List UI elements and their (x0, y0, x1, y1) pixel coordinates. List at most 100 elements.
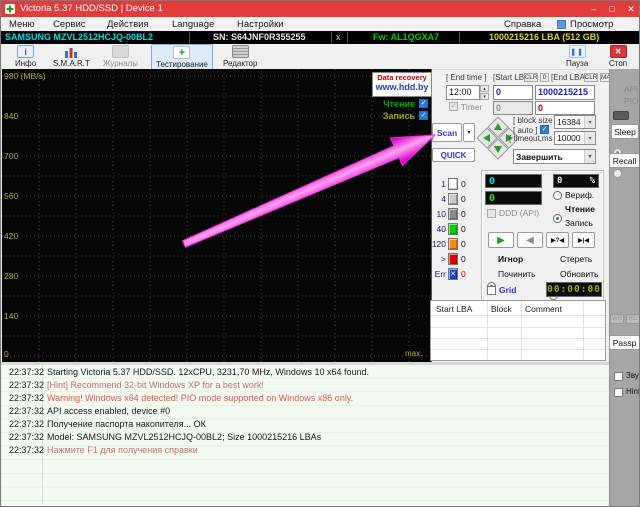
log-row: 22:37:32Warning! Windows x64 detected! P… (1, 393, 609, 406)
defect-table[interactable]: Start LBA Block Comment (430, 300, 606, 361)
log-row: 22:37:32Получение паспорта накопителя...… (1, 419, 609, 432)
grid-checkbox[interactable] (487, 286, 496, 295)
end-time-input[interactable]: 12:00 (446, 85, 480, 100)
read-radio[interactable] (553, 214, 562, 223)
timeout-select[interactable]: 10000 ▾ (554, 131, 596, 145)
menu-bar: Меню Сервис Действия Language Настройки … (1, 17, 640, 32)
end-time-label: [ End time ] (446, 73, 486, 82)
passp-button[interactable]: Passp (609, 335, 640, 350)
menu-item-settings[interactable]: Настройки (237, 19, 284, 30)
grade-120-swatch (448, 238, 458, 250)
block-size-label: [ block size ] (513, 116, 557, 125)
verify-radio[interactable] (553, 191, 562, 200)
jump-button[interactable]: ▶?◀ (546, 232, 569, 248)
combo-arrow-icon: ▾ (584, 132, 595, 144)
sound-label: Звук (626, 371, 640, 380)
end-lba-clr-button[interactable]: CLR (584, 73, 598, 82)
log-row: 22:37:32Model: SAMSUNG MZVL2512HCJQ-00BL… (1, 432, 609, 445)
toolbar-test-button[interactable]: + Тестирование (151, 44, 213, 71)
device-info-bar: SAMSUNG MZVL2512HCJQ-00BL2 SN: S64JNF0R3… (1, 31, 640, 44)
toolbar-logs-button: Журналы (103, 45, 138, 68)
log-area[interactable]: 22:37:32Starting Victoria 5.37 HDD/SSD. … (1, 365, 609, 507)
log-row: 22:37:32Нажмите F1 для получения справки (1, 445, 609, 458)
minimize-button[interactable]: – (585, 1, 603, 17)
legend-read-checkbox[interactable]: ✓ (419, 99, 428, 108)
grid-label: Grid (499, 285, 516, 295)
info-icon: i (17, 45, 34, 58)
device-capacity: 1000215216 LBA (512 GB) (489, 32, 599, 42)
grade-1-swatch (448, 178, 458, 190)
smart-chart-icon (63, 45, 80, 58)
timer-checkbox[interactable]: ✓ (449, 102, 458, 111)
read-label: Чтение (565, 204, 595, 214)
start-lba-zero-button[interactable]: 0 (540, 73, 549, 82)
watermark-line2: www.hdd.by (373, 82, 431, 93)
legend-write-label: Запись (355, 111, 415, 121)
jump-end-button[interactable]: ▶|◀ (572, 232, 595, 248)
block-size-select[interactable]: 16384 ▾ (554, 115, 596, 129)
toolbar-info-button[interactable]: i Инфо (15, 45, 36, 68)
toolbar-smart-button[interactable]: S.M.A.R.T (53, 45, 90, 68)
ddd-checkbox[interactable] (487, 209, 496, 218)
remaining-input[interactable]: 0 (535, 101, 595, 115)
ytick-700: 700 (4, 151, 18, 161)
ytick-980: 980 (MB/s) (4, 71, 46, 81)
ytick-0: 0 (4, 349, 9, 359)
end-lba-input[interactable]: 1000215215 (535, 85, 595, 100)
auto-checkbox[interactable]: ✓ (540, 125, 549, 134)
grade-err-swatch: ✕ (448, 268, 458, 280)
log-row: 22:37:32API access enabled, device #0 (1, 406, 609, 419)
legend-write-checkbox[interactable]: ✓ (419, 111, 428, 120)
toolbar-pause-button[interactable]: ❚❚ Пауза (566, 45, 588, 68)
after-action-select[interactable]: Завершить ▾ (513, 149, 596, 164)
toolbar-stop-button[interactable]: ✕ Стоп (609, 45, 627, 68)
col-block[interactable]: Block (491, 304, 512, 314)
toolbar: i Инфо S.M.A.R.T Журналы + Тестирование … (1, 44, 640, 70)
timer-label: Timer (461, 102, 482, 112)
activity-led (613, 111, 629, 120)
scan-dropdown-button[interactable]: ▾ (463, 123, 475, 142)
logs-icon (112, 45, 129, 58)
pio-radio[interactable] (613, 169, 622, 178)
verify-label: Вериф. (565, 190, 594, 200)
repair-label: Починить (498, 269, 536, 279)
close-button[interactable]: ✕ (621, 1, 640, 17)
sound-checkbox[interactable] (614, 372, 623, 381)
menu-item-menu[interactable]: Меню (9, 19, 35, 30)
position-lcd: 0 (485, 174, 542, 188)
percent-lcd: 0% (553, 174, 599, 188)
recall-button[interactable]: Recall (609, 153, 640, 168)
log-row: 22:37:32Starting Victoria 5.37 HDD/SSD. … (1, 367, 609, 380)
end-time-spinner[interactable]: ▴ ▾ (480, 85, 489, 100)
title-bar: Victoria 5.37 HDD/SSD | Device 1 – □ ✕ (1, 1, 640, 17)
col-comment[interactable]: Comment (525, 304, 562, 314)
toolbar-editor-button[interactable]: Редактор (223, 45, 257, 68)
menu-item-service[interactable]: Сервис (53, 19, 86, 30)
back-button[interactable]: ◀ (517, 232, 543, 248)
device-serial: SN: S64JNF0R355255 (213, 32, 306, 42)
window-title: Victoria 5.37 HDD/SSD | Device 1 (20, 3, 163, 14)
maximize-button[interactable]: □ (603, 1, 621, 17)
wr-button: WR (610, 314, 624, 324)
scan-button[interactable]: Scan (432, 123, 462, 142)
refresh-label: Обновить (560, 269, 599, 279)
app-icon (5, 4, 15, 14)
device-close-button[interactable]: x (336, 32, 341, 42)
col-start-lba[interactable]: Start LBA (436, 304, 472, 314)
menu-item-actions[interactable]: Действия (107, 19, 149, 30)
menu-item-help[interactable]: Справка (504, 19, 541, 30)
sleep-button[interactable]: Sleep (611, 124, 639, 139)
elapsed-time-lcd: 00:00:00 (546, 282, 602, 297)
start-lba-input[interactable]: 0 (493, 85, 533, 100)
hints-checkbox[interactable] (614, 388, 623, 397)
combo-arrow-icon: ▾ (584, 150, 595, 163)
spinner-up-icon[interactable]: ▴ (480, 85, 489, 92)
editor-grid-icon (232, 45, 249, 58)
test-plus-icon: + (173, 46, 190, 59)
menu-item-language[interactable]: Language (172, 19, 214, 30)
start-lba-clr-button[interactable]: CLR (524, 73, 538, 82)
quick-button[interactable]: QUICK (432, 148, 475, 162)
start-test-button[interactable]: ▶ (488, 232, 514, 248)
spinner-down-icon[interactable]: ▾ (480, 93, 489, 100)
api-label: API (624, 84, 638, 94)
